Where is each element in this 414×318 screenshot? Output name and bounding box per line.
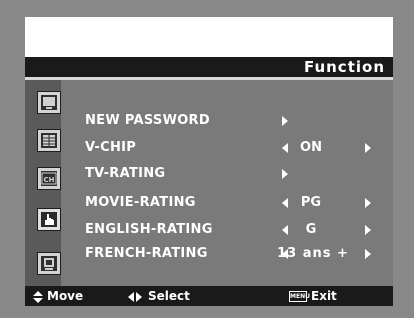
arrow-right-icon[interactable] — [365, 249, 371, 259]
arrow-right-icon[interactable] — [365, 198, 371, 208]
arrow-right-icon[interactable] — [282, 169, 288, 179]
menu-row-english-rating[interactable]: ENGLISH-RATING G — [61, 220, 393, 240]
osd-menu: Function CH NEW PASSWORD V-CHIP ON TV-RA… — [25, 17, 393, 306]
exit-label: Exit — [311, 289, 337, 303]
setup-icon[interactable] — [37, 252, 61, 275]
top-panel — [25, 17, 393, 57]
icon-column: CH — [25, 80, 61, 286]
hand-pointer-glyph — [45, 214, 54, 225]
exit-hint: MENUExit — [289, 286, 337, 306]
row-label: TV-RATING — [85, 166, 166, 181]
row-label: NEW PASSWORD — [85, 113, 210, 128]
menu-row-v-chip[interactable]: V-CHIP ON — [61, 138, 393, 158]
select-label: Select — [148, 289, 190, 303]
row-label: ENGLISH-RATING — [85, 222, 213, 237]
setup-icon-glyph — [44, 258, 54, 270]
grid-icon-glyph — [43, 135, 55, 146]
move-hint: Move — [33, 286, 83, 306]
select-hint: Select — [128, 286, 190, 306]
menu-body: NEW PASSWORD V-CHIP ON TV-RATING MOVIE-R… — [61, 80, 393, 286]
menu-key-icon: MENU — [289, 291, 310, 302]
picture-icon-glyph — [43, 97, 55, 109]
arrow-right-icon[interactable] — [365, 143, 371, 153]
left-right-arrow-icon — [128, 291, 142, 302]
arrow-right-icon[interactable] — [365, 225, 371, 235]
move-label: Move — [47, 289, 84, 303]
up-down-arrow-icon — [33, 290, 43, 303]
tv-screen: Function CH NEW PASSWORD V-CHIP ON TV-RA… — [0, 0, 414, 318]
row-label: FRENCH-RATING — [85, 246, 208, 261]
title-bar: Function — [25, 57, 393, 77]
menu-row-tv-rating[interactable]: TV-RATING — [61, 164, 393, 184]
footer-bar: Move Select MENUExit — [25, 286, 393, 306]
picture-icon[interactable] — [37, 91, 61, 114]
channel-icon-glyph: CH — [41, 172, 57, 185]
row-label: V-CHIP — [85, 140, 137, 155]
row-value: 13 ans + — [277, 246, 349, 261]
row-value: G — [305, 222, 317, 237]
hand-pointer-icon[interactable] — [37, 208, 61, 231]
row-label: MOVIE-RATING — [85, 195, 196, 210]
svg-text:CH: CH — [44, 176, 55, 184]
menu-row-french-rating[interactable]: FRENCH-RATING 13 ans + — [61, 244, 393, 264]
menu-row-movie-rating[interactable]: MOVIE-RATING PG — [61, 193, 393, 213]
menu-title: Function — [303, 58, 385, 76]
arrow-right-icon[interactable] — [282, 116, 288, 126]
row-value: ON — [300, 140, 322, 155]
channel-icon[interactable]: CH — [37, 167, 61, 190]
grid-icon[interactable] — [37, 129, 61, 152]
row-value: PG — [300, 195, 322, 210]
menu-row-new-password[interactable]: NEW PASSWORD — [61, 111, 393, 131]
